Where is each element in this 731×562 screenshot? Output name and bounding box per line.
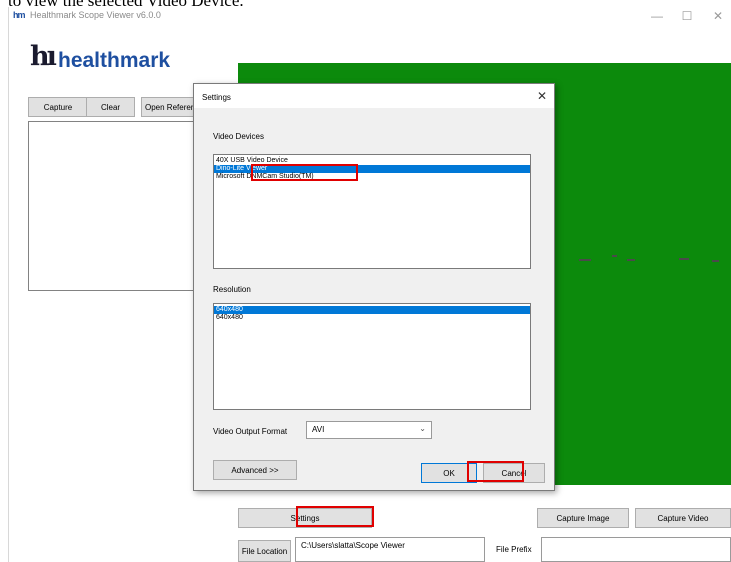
chevron-down-icon: ⌄ <box>419 424 426 433</box>
close-button[interactable]: ✕ <box>710 9 726 23</box>
logo-icon: hı <box>30 41 57 72</box>
output-format-select[interactable]: AVI ⌄ <box>306 421 432 439</box>
video-devices-label: Video Devices <box>213 132 264 141</box>
preview-artifact <box>612 255 617 257</box>
resolution-list[interactable]: 640x480 640x480 <box>213 303 531 410</box>
resolution-label: Resolution <box>213 285 251 294</box>
app-icon: hm <box>13 10 25 20</box>
minimize-button[interactable]: — <box>649 9 665 23</box>
preview-artifact <box>627 259 635 261</box>
output-format-value: AVI <box>312 425 325 434</box>
reference-list[interactable] <box>28 121 195 291</box>
dialog-title-bar <box>194 84 554 108</box>
dialog-title: Settings <box>202 93 231 102</box>
file-location-field[interactable]: C:\Users\slatta\Scope Viewer <box>295 537 485 562</box>
preview-artifact <box>712 260 719 262</box>
open-reference-button[interactable]: Open Reference <box>141 97 201 117</box>
capture-button[interactable]: Capture <box>28 97 88 117</box>
logo-text: healthmark <box>58 49 171 72</box>
list-item[interactable]: 640x480 <box>214 306 530 314</box>
list-item[interactable]: 640x480 <box>214 314 530 322</box>
file-prefix-field[interactable] <box>541 537 731 562</box>
highlight-cancel <box>467 461 524 482</box>
highlight-selected-device <box>251 164 358 181</box>
preview-artifact <box>679 258 689 260</box>
preview-artifact <box>579 259 591 261</box>
file-prefix-label: File Prefix <box>496 545 532 554</box>
advanced-button[interactable]: Advanced >> <box>213 460 297 480</box>
highlight-settings <box>296 506 374 527</box>
file-location-button[interactable]: File Location <box>238 540 291 562</box>
output-format-label: Video Output Format <box>213 427 288 436</box>
window-title: Healthmark Scope Viewer v6.0.0 <box>30 10 161 20</box>
capture-video-button[interactable]: Capture Video <box>635 508 731 528</box>
capture-image-button[interactable]: Capture Image <box>537 508 629 528</box>
dialog-close-icon[interactable]: ✕ <box>537 89 547 103</box>
maximize-button[interactable]: ☐ <box>679 9 695 23</box>
clear-button[interactable]: Clear <box>86 97 135 117</box>
